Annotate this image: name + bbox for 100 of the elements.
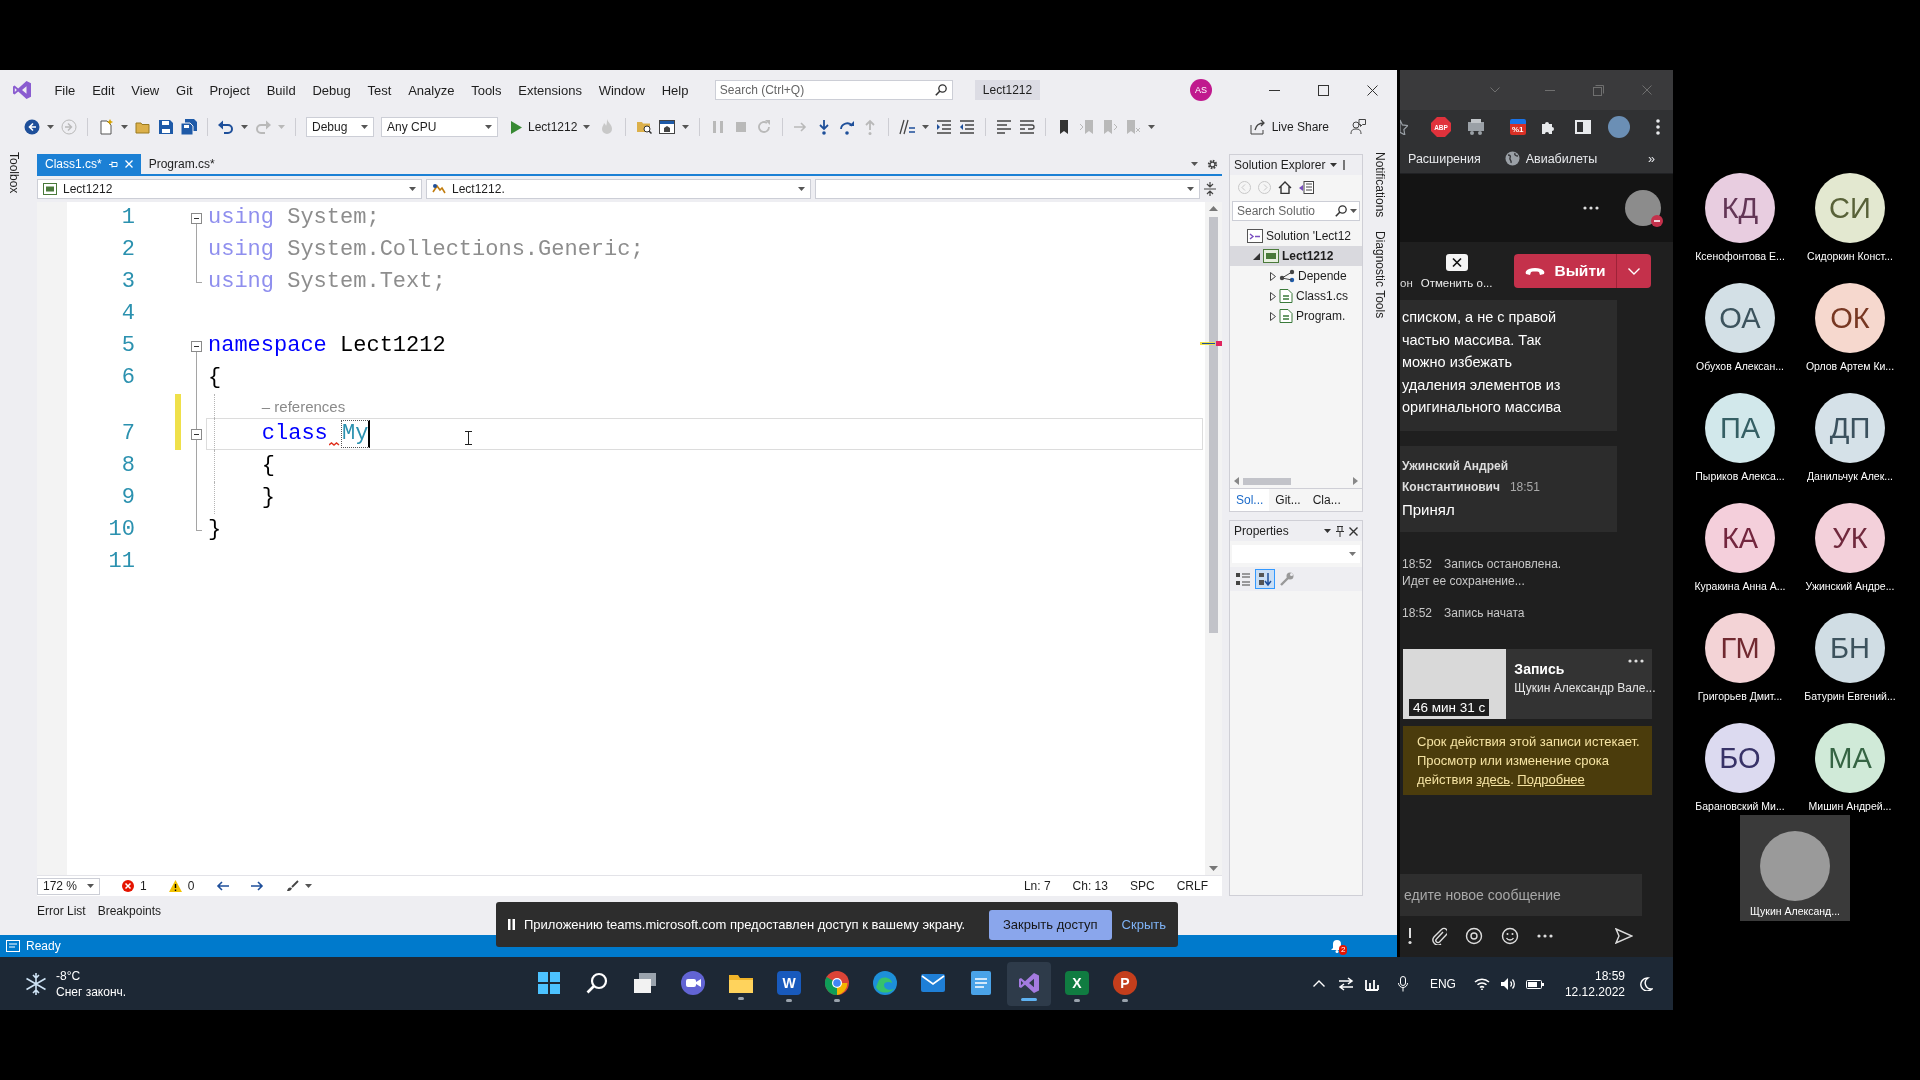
leave-button[interactable]: Выйти <box>1514 254 1617 288</box>
chevron-up-icon[interactable] <box>1312 980 1325 987</box>
windows-stack-icon[interactable] <box>633 971 657 994</box>
microphone-icon[interactable] <box>1397 975 1408 992</box>
participant-avatar[interactable]: КА <box>1705 503 1775 573</box>
more-bookmarks-button[interactable]: » <box>1648 151 1655 166</box>
save-icon[interactable] <box>158 119 174 135</box>
profile-avatar[interactable] <box>1607 116 1630 138</box>
switch-views-icon[interactable] <box>1299 180 1314 194</box>
outdent-icon[interactable] <box>959 119 976 135</box>
scroll-down-icon[interactable] <box>1209 866 1218 871</box>
caret-icon[interactable] <box>485 125 492 129</box>
search-field[interactable]: Search Solutio <box>1232 201 1360 221</box>
tree-item[interactable]: Lect1212 <box>1230 246 1362 266</box>
configuration-dropdown[interactable]: Debug <box>306 117 374 137</box>
message-field[interactable]: едите новое сообщение <box>1400 873 1642 916</box>
document-tab[interactable]: Program.cs* <box>140 154 223 174</box>
error-count[interactable]: 1 <box>140 879 147 893</box>
share-icon[interactable] <box>1249 119 1266 135</box>
warning-count[interactable]: 0 <box>187 879 195 893</box>
taskbar-button[interactable]: P <box>1103 961 1147 1006</box>
caret-icon[interactable] <box>922 125 930 129</box>
avatar-photo[interactable] <box>1625 190 1661 226</box>
more-icon[interactable] <box>1583 206 1599 210</box>
comment-lines-icon[interactable] <box>899 119 916 135</box>
project-dropdown[interactable]: Lect1212 <box>37 179 422 199</box>
type-dropdown[interactable]: Lect1212. <box>426 179 811 199</box>
side-tab[interactable]: Notifications <box>1373 152 1387 218</box>
expanded-arrow-icon[interactable] <box>1253 252 1260 260</box>
side-panel-icon[interactable] <box>1574 120 1591 134</box>
caret-icon[interactable] <box>47 125 54 129</box>
line-ending-indicator[interactable]: CRLF <box>1176 879 1208 893</box>
menu-item[interactable]: Analyze <box>399 82 463 98</box>
participant-avatar[interactable]: БО <box>1705 723 1775 793</box>
tool-window-tab[interactable]: Breakpoints <box>97 904 162 918</box>
collapsed-arrow-icon[interactable] <box>1270 291 1276 301</box>
menu-item[interactable]: Edit <box>83 82 123 98</box>
start-button[interactable]: Lect1212 <box>509 120 593 134</box>
new-item-icon[interactable] <box>98 119 114 135</box>
menu-item[interactable]: Git <box>167 82 202 98</box>
close-icon[interactable] <box>1445 253 1468 271</box>
participant-avatar[interactable]: КД <box>1705 173 1775 243</box>
undo-icon[interactable] <box>218 119 234 135</box>
sort-down-icon[interactable] <box>1256 570 1274 588</box>
caret-icon[interactable] <box>1324 529 1331 533</box>
edge-icon[interactable] <box>873 970 897 995</box>
notice-link[interactable]: Подробнее <box>1517 771 1585 787</box>
search-icon[interactable] <box>934 84 947 96</box>
align-lines-icon[interactable] <box>996 119 1013 135</box>
home-icon[interactable] <box>1278 180 1292 194</box>
video-chat-icon[interactable] <box>681 970 705 995</box>
bookmark-link[interactable]: Расширения <box>1408 151 1481 166</box>
pin-icon[interactable] <box>1336 525 1344 537</box>
machine-icon[interactable] <box>1467 119 1485 135</box>
pause-icon[interactable] <box>508 919 515 930</box>
wifi-icon[interactable] <box>1473 977 1490 990</box>
search-icon[interactable] <box>1335 205 1347 217</box>
collapse-icon[interactable] <box>190 340 202 352</box>
chrome-icon[interactable] <box>825 970 849 995</box>
tree-item[interactable]: Program. <box>1230 306 1362 326</box>
search-field[interactable]: Search (Ctrl+Q) <box>714 80 953 100</box>
menu-item[interactable]: View <box>122 82 168 98</box>
extension-button[interactable]: %1 <box>1510 119 1526 135</box>
tool-window-tab[interactable]: Error List <box>37 904 86 918</box>
snowflake-icon[interactable] <box>25 972 47 995</box>
panel-tab[interactable]: Sol... <box>1230 489 1270 511</box>
brush-icon[interactable] <box>286 880 300 892</box>
gear-icon[interactable] <box>1207 158 1218 170</box>
clock-time[interactable]: 18:59 <box>1594 967 1625 984</box>
browser-window-icon[interactable] <box>659 119 676 135</box>
account-avatar[interactable]: AS <box>1190 79 1212 101</box>
scrollbar-thumb[interactable] <box>1209 217 1218 633</box>
caret-icon[interactable] <box>121 125 128 129</box>
arrow-right-icon[interactable] <box>251 881 265 891</box>
battery-icon[interactable] <box>1525 977 1544 990</box>
swap-arrows-icon[interactable] <box>1337 976 1354 991</box>
collapse-icon[interactable] <box>190 212 202 224</box>
step-over-icon[interactable] <box>839 119 856 135</box>
puzzle-icon[interactable] <box>1539 119 1556 135</box>
tree-item[interactable]: Depende <box>1230 266 1362 286</box>
emoji-icon[interactable] <box>1501 926 1519 945</box>
bookmark-link[interactable]: Авиабилеты <box>1504 151 1598 166</box>
indent-indicator[interactable]: SPC <box>1129 879 1155 893</box>
caret-icon[interactable] <box>583 125 591 129</box>
send-icon[interactable] <box>1615 927 1633 944</box>
live-share-button[interactable]: Live Share <box>1249 119 1329 135</box>
scroll-right-icon[interactable] <box>1353 477 1358 485</box>
menu-item[interactable]: Extensions <box>509 82 591 98</box>
restart-icon[interactable] <box>756 119 773 135</box>
taskbar-button[interactable] <box>1007 961 1051 1006</box>
vs-logo-icon[interactable] <box>12 80 32 100</box>
exclamation-icon[interactable] <box>1407 926 1413 945</box>
feedback-person-icon[interactable] <box>1350 119 1366 135</box>
tree-item[interactable]: Solution 'Lect12 <box>1230 226 1362 246</box>
platform-dropdown[interactable]: Any CPU <box>381 117 498 137</box>
warning-icon[interactable] <box>168 880 182 892</box>
close-icon[interactable] <box>1349 526 1358 536</box>
member-icon[interactable] <box>432 183 446 195</box>
indent-icon[interactable] <box>936 119 953 135</box>
more-icon[interactable] <box>1537 933 1553 938</box>
